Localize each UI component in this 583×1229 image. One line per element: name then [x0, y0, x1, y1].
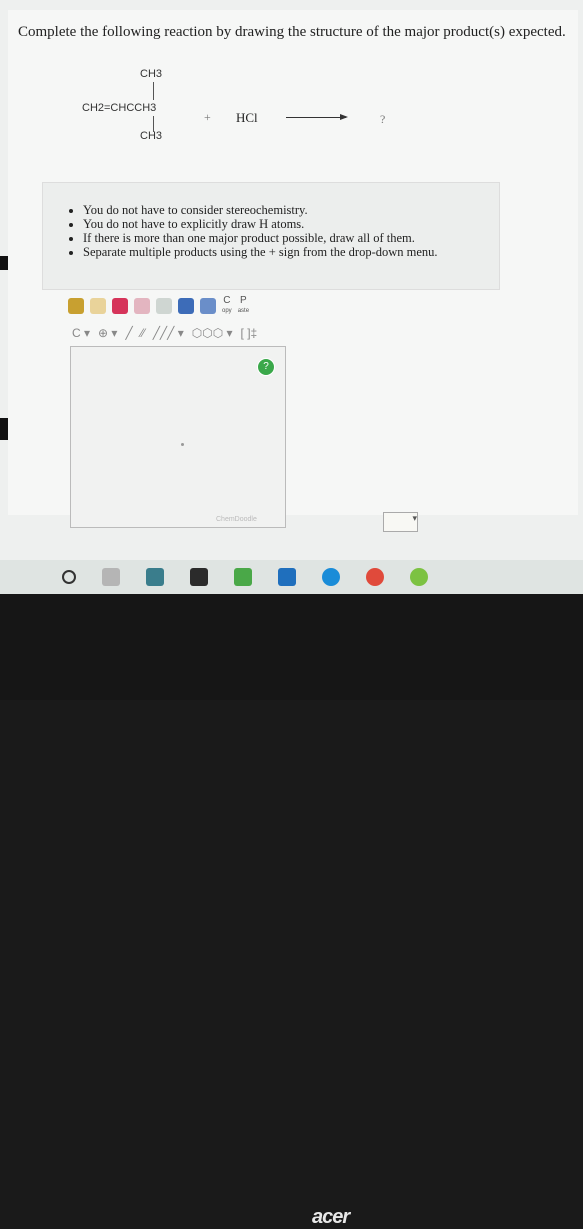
left-edge-mark: [0, 256, 8, 270]
hand-icon[interactable]: [68, 298, 84, 314]
taskbar: [0, 560, 583, 594]
top-bond: [153, 82, 154, 100]
instructions-box: You do not have to consider stereochemis…: [42, 182, 500, 290]
media-icon[interactable]: [410, 568, 428, 586]
ring-dropdown-icon[interactable]: ⬡⬡⬡ ▾: [192, 326, 233, 340]
top-methyl-label: CH3: [140, 68, 163, 80]
main-chain-label: CH2=CHCCH3: [82, 102, 157, 114]
instruction-item: You do not have to explicitly draw H ato…: [83, 217, 499, 231]
chrome-icon[interactable]: [366, 568, 384, 586]
brand-logo: acer: [312, 1206, 350, 1228]
instruction-item: Separate multiple products using the + s…: [83, 245, 499, 259]
instruction-item: You do not have to consider stereochemis…: [83, 203, 499, 217]
lasso-icon[interactable]: [90, 298, 106, 314]
zoom-in-icon[interactable]: [178, 298, 194, 314]
question-page: Complete the following reaction by drawi…: [8, 10, 578, 532]
bracket-button[interactable]: [ ]‡: [241, 326, 258, 340]
monitor-bezel: acer: [0, 594, 583, 1228]
product-separator-dropdown[interactable]: ▾: [383, 512, 418, 532]
wedge-bond-icon[interactable]: ⁄⁄: [141, 326, 145, 340]
mail-icon[interactable]: [278, 568, 296, 586]
reagent-hcl: HCl: [236, 110, 258, 125]
reaction-arrow: [286, 114, 348, 120]
canvas-center-dot: [181, 443, 184, 446]
search-icon[interactable]: [62, 570, 76, 584]
copy-sub: opy: [222, 308, 232, 314]
copy-button[interactable]: Copy: [222, 296, 232, 316]
paste-label: P: [240, 295, 247, 306]
paste-sub: aste: [237, 308, 250, 314]
single-bond-icon[interactable]: ╱: [125, 326, 132, 340]
drawing-toolbar-bottom: C ▾ ⊕ ▾ ╱ ⁄⁄ ╱╱╱ ▾ ⬡⬡⬡ ▾ [ ]‡: [72, 322, 257, 344]
charge-dropdown-icon[interactable]: ⊕ ▾: [98, 326, 117, 340]
eraser-icon[interactable]: [134, 298, 150, 314]
drawing-toolbar-top: Copy Paste: [68, 294, 249, 318]
drawing-canvas[interactable]: [70, 346, 286, 528]
edge-icon[interactable]: [322, 568, 340, 586]
chain-icon[interactable]: [156, 298, 172, 314]
paste-button[interactable]: Paste: [238, 296, 249, 316]
pencil-icon[interactable]: [112, 298, 128, 314]
question-text: Complete the following reaction by drawi…: [18, 24, 566, 40]
help-button[interactable]: ?: [257, 358, 275, 376]
atom-dropdown-icon[interactable]: C ▾: [72, 326, 90, 340]
bottom-methyl-label: CH3: [140, 130, 163, 142]
bond-dropdown-icon[interactable]: ╱╱╱ ▾: [153, 326, 184, 340]
task-view-icon[interactable]: [102, 568, 120, 586]
file-explorer-icon[interactable]: [146, 568, 164, 586]
chemdoodle-watermark: ChemDoodle: [216, 516, 257, 523]
instruction-item: If there is more than one major product …: [83, 231, 499, 245]
product-placeholder: ?: [380, 112, 386, 126]
zoom-out-icon[interactable]: [200, 298, 216, 314]
app-icon[interactable]: [234, 568, 252, 586]
monitor-screen: Complete the following reaction by drawi…: [0, 0, 583, 560]
left-edge-mark: [0, 418, 8, 440]
copy-label: C: [223, 295, 231, 306]
store-icon[interactable]: [190, 568, 208, 586]
plus-sign: +: [204, 110, 211, 124]
